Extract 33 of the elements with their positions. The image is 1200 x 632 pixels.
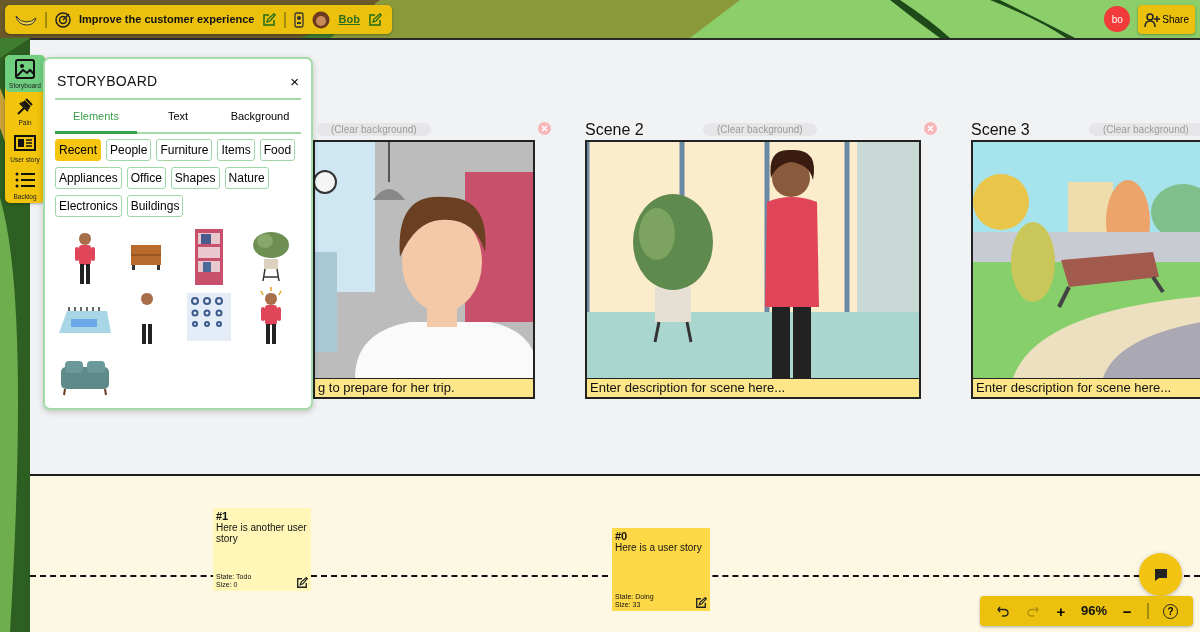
scene-description[interactable]: Enter description for scene here... xyxy=(587,378,919,397)
close-button[interactable]: × xyxy=(290,74,299,89)
zoom-in-button[interactable]: + xyxy=(1054,603,1068,619)
story-number: #1 xyxy=(216,510,230,522)
story-text: Here is another user story xyxy=(216,522,308,544)
undo-button[interactable] xyxy=(994,605,1011,617)
zoom-level: 96% xyxy=(1080,602,1107,621)
category-chip[interactable]: Appliances xyxy=(55,166,122,189)
category-chip[interactable]: Recent xyxy=(55,138,102,161)
card-icon xyxy=(14,132,36,154)
scene-description[interactable]: Enter description for scene here... xyxy=(973,378,1200,397)
category-chip[interactable]: Items xyxy=(217,138,255,161)
category-chip[interactable]: Furniture xyxy=(156,138,213,161)
category-chip[interactable]: Electronics xyxy=(55,194,122,217)
category-chip[interactable]: Food xyxy=(259,138,296,161)
category-chip[interactable]: Office xyxy=(126,166,166,189)
zoom-out-button[interactable]: − xyxy=(1120,603,1134,619)
scene-title: Scene 2 xyxy=(585,121,645,139)
image-icon xyxy=(14,58,36,80)
panel-tab[interactable]: Background xyxy=(219,100,301,134)
category-chip[interactable]: Nature xyxy=(224,166,269,189)
category-chip[interactable]: Buildings xyxy=(126,194,184,217)
category-chip[interactable]: People xyxy=(106,138,152,161)
story-text: Here is a user story xyxy=(615,542,703,553)
panel-title: STORYBOARD xyxy=(57,72,158,91)
edit-button[interactable] xyxy=(695,597,707,609)
story-number: #0 xyxy=(615,530,629,542)
panel-tab[interactable]: Text xyxy=(137,100,219,134)
scene-description[interactable]: g to prepare for her trip. xyxy=(315,378,533,397)
edit-button[interactable] xyxy=(296,577,308,589)
chat-icon xyxy=(1152,566,1169,583)
scene-title: Scene 3 xyxy=(971,121,1031,139)
category-chip[interactable]: Shapes xyxy=(170,166,220,189)
